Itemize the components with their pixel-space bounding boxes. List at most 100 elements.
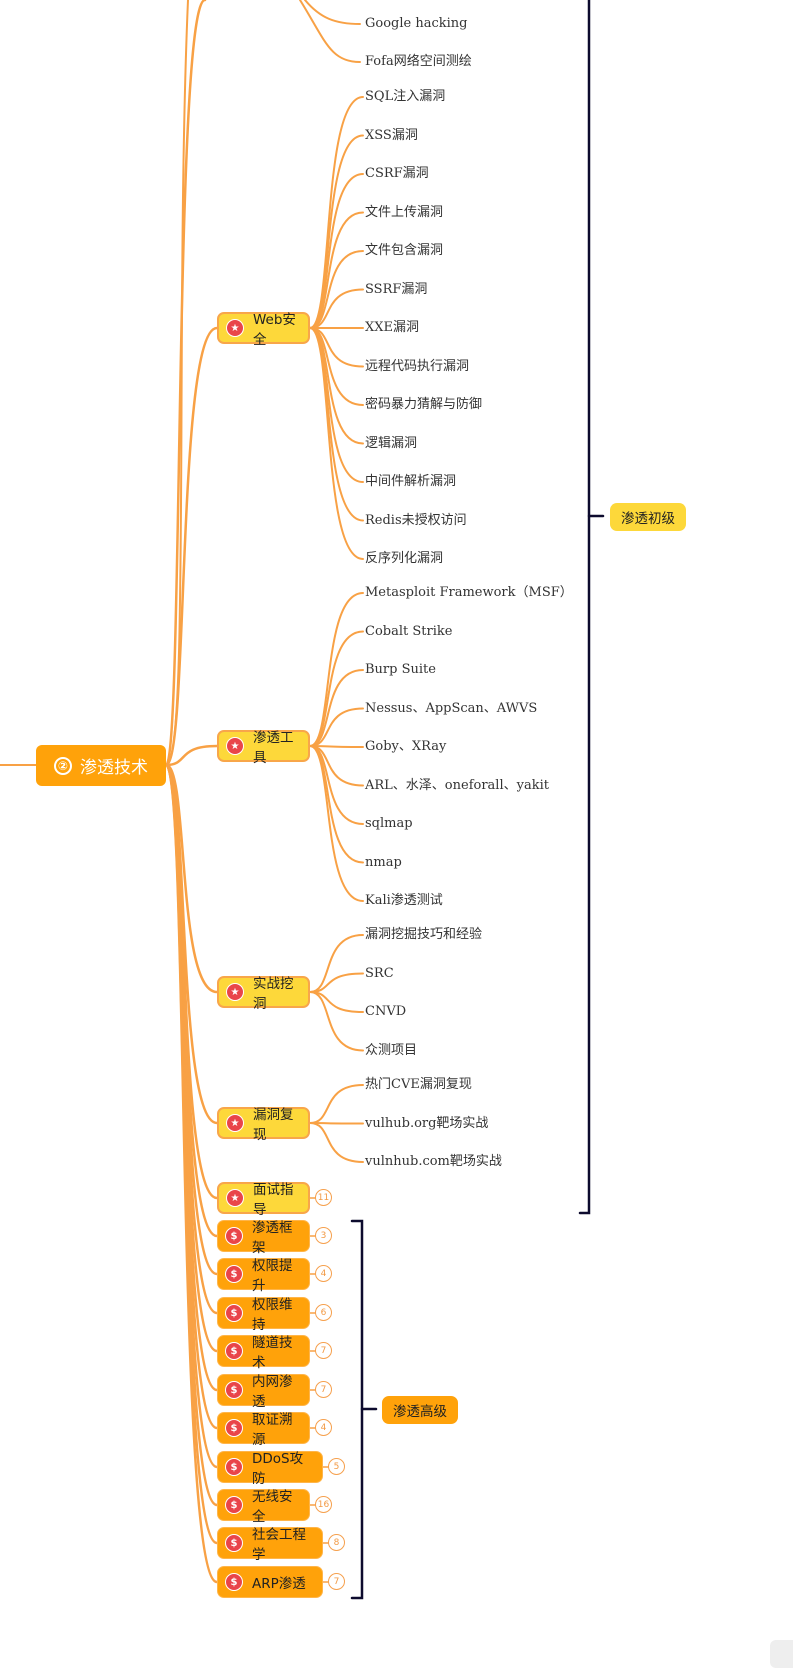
collapsed-count-badge[interactable]: 16 — [315, 1496, 332, 1513]
advanced-node[interactable]: $ 隧道技术 — [217, 1335, 310, 1371]
advanced-label: 渗透框架 — [252, 1220, 293, 1256]
leaf-topic[interactable]: Kali渗透测试 — [365, 893, 443, 909]
leaf-connector — [309, 934, 364, 993]
scroll-widget[interactable] — [770, 1640, 793, 1668]
leaf-topic[interactable]: Goby、XRay — [365, 739, 446, 755]
leaf-connector — [309, 745, 364, 748]
dollar-icon: $ — [225, 1534, 243, 1552]
leaf-connector — [309, 173, 364, 329]
advanced-node[interactable]: $ 取证溯源 — [217, 1412, 310, 1448]
leaf-connector — [309, 592, 364, 747]
group-node[interactable]: ★ Web安全 — [217, 312, 310, 348]
leaf-topic[interactable]: CSRF漏洞 — [365, 166, 429, 182]
leaf-topic[interactable]: nmap — [365, 855, 402, 871]
leaf-topic[interactable]: 热门CVE漏洞复现 — [365, 1077, 472, 1093]
leaf-topic[interactable]: 文件包含漏洞 — [365, 243, 443, 259]
collapsed-count-badge[interactable]: 11 — [315, 1189, 332, 1206]
dollar-icon: $ — [225, 1342, 243, 1360]
collapsed-count-badge[interactable]: 7 — [315, 1381, 332, 1398]
leaf-topic[interactable]: vulnhub.com靶场实战 — [365, 1154, 502, 1170]
dollar-icon: $ — [225, 1573, 243, 1591]
dollar-icon: $ — [225, 1458, 243, 1476]
group-label: Web安全 — [253, 312, 296, 348]
collapsed-count-badge[interactable]: 6 — [315, 1304, 332, 1321]
group-label: 漏洞复现 — [253, 1107, 294, 1143]
leaf-topic[interactable]: Google hacking — [365, 16, 467, 32]
trunk-line-up — [164, 0, 207, 767]
leaf-topic[interactable]: SRC — [365, 966, 394, 982]
dollar-icon: $ — [225, 1496, 243, 1514]
leaf-topic[interactable]: 中间件解析漏洞 — [365, 474, 456, 490]
advanced-label: 权限维持 — [252, 1297, 293, 1333]
root-label: 渗透技术 — [80, 758, 148, 778]
advanced-node[interactable]: $ 权限维持 — [217, 1297, 310, 1333]
leaf-topic[interactable]: 文件上传漏洞 — [365, 205, 443, 221]
star-icon: ★ — [226, 319, 244, 337]
advanced-node[interactable]: $ 权限提升 — [217, 1258, 310, 1294]
leaf-topic[interactable]: sqlmap — [365, 816, 413, 832]
leaf-topic[interactable]: Nessus、AppScan、AWVS — [365, 701, 537, 717]
leaf-topic[interactable]: SSRF漏洞 — [365, 282, 427, 298]
advanced-node[interactable]: $ 无线安全 — [217, 1489, 310, 1525]
group-label: 渗透工具 — [253, 730, 294, 766]
leaf-connector — [309, 327, 364, 483]
star-icon: ★ — [226, 983, 244, 1001]
collapsed-count-badge[interactable]: 7 — [328, 1573, 345, 1590]
leaf-topic[interactable]: 漏洞挖掘技巧和经验 — [365, 927, 482, 943]
group-node[interactable]: ★ 实战挖洞 — [217, 976, 310, 1012]
collapsed-count-badge[interactable]: 5 — [328, 1458, 345, 1475]
leaf-connector — [299, 0, 361, 63]
leaf-topic[interactable]: Cobalt Strike — [365, 624, 452, 640]
leaf-topic[interactable]: 逻辑漏洞 — [365, 436, 417, 452]
leaf-topic[interactable]: 反序列化漏洞 — [365, 551, 443, 567]
advanced-node[interactable]: $ ARP渗透 — [217, 1566, 323, 1598]
trunk-line-up-2 — [165, 0, 189, 766]
leaf-topic[interactable]: XXE漏洞 — [365, 320, 419, 336]
advanced-label: 取证溯源 — [252, 1412, 293, 1448]
advanced-label: 隧道技术 — [252, 1335, 293, 1371]
collapsed-count-badge[interactable]: 4 — [315, 1419, 332, 1436]
summary-bracket-beginner — [578, 0, 591, 1215]
advanced-label: 权限提升 — [252, 1258, 293, 1294]
summary-beginner[interactable]: 渗透初级 — [610, 503, 686, 531]
collapsed-count-badge[interactable]: 8 — [328, 1534, 345, 1551]
advanced-label: 无线安全 — [252, 1489, 293, 1525]
leaf-topic[interactable]: Fofa网络空间测绘 — [365, 54, 472, 70]
dollar-icon: $ — [225, 1265, 243, 1283]
leaf-topic[interactable]: XSS漏洞 — [365, 128, 418, 144]
collapsed-count-badge[interactable]: 4 — [315, 1265, 332, 1282]
advanced-node[interactable]: $ 渗透框架 — [217, 1220, 310, 1256]
collapsed-count-badge[interactable]: 3 — [315, 1227, 332, 1244]
advanced-node[interactable]: $ DDoS攻防 — [217, 1451, 323, 1487]
advanced-label: 社会工程学 — [252, 1527, 306, 1563]
leaf-connector — [309, 1122, 364, 1163]
group-node[interactable]: ★ 渗透工具 — [217, 730, 310, 766]
leaf-connector — [309, 1122, 364, 1125]
leaf-topic[interactable]: 众测项目 — [365, 1043, 417, 1059]
group-node[interactable]: ★ 面试指导 — [217, 1182, 310, 1218]
leaf-topic[interactable]: Metasploit Framework（MSF） — [365, 585, 573, 601]
summary-advanced[interactable]: 渗透高级 — [382, 1396, 458, 1424]
leaf-topic[interactable]: ARL、水泽、oneforall、yakit — [365, 778, 549, 794]
advanced-label: DDoS攻防 — [252, 1451, 304, 1487]
leaf-topic[interactable]: vulhub.org靶场实战 — [365, 1116, 488, 1132]
root-node[interactable]: ② 渗透技术 — [36, 745, 166, 786]
leaf-topic[interactable]: SQL注入漏洞 — [365, 89, 445, 105]
leaf-topic[interactable]: 密码暴力猜解与防御 — [365, 397, 482, 413]
collapsed-count-badge[interactable]: 7 — [315, 1342, 332, 1359]
advanced-label: 内网渗透 — [252, 1374, 293, 1410]
advanced-node[interactable]: $ 内网渗透 — [217, 1374, 310, 1410]
leaf-topic[interactable]: 远程代码执行漏洞 — [365, 359, 469, 375]
summary-bracket-advanced — [350, 1219, 364, 1600]
group-node[interactable]: ★ 漏洞复现 — [217, 1107, 310, 1143]
leaf-topic[interactable]: CNVD — [365, 1004, 406, 1020]
advanced-node[interactable]: $ 社会工程学 — [217, 1527, 323, 1563]
star-icon: ★ — [226, 737, 244, 755]
advanced-label: ARP渗透 — [252, 1576, 306, 1592]
star-icon: ★ — [226, 1114, 244, 1132]
number-icon: ② — [54, 756, 72, 775]
leaf-connector — [309, 1084, 364, 1124]
leaf-topic[interactable]: Redis未授权访问 — [365, 513, 467, 529]
leaf-topic[interactable]: Burp Suite — [365, 662, 436, 678]
dollar-icon: $ — [225, 1381, 243, 1399]
